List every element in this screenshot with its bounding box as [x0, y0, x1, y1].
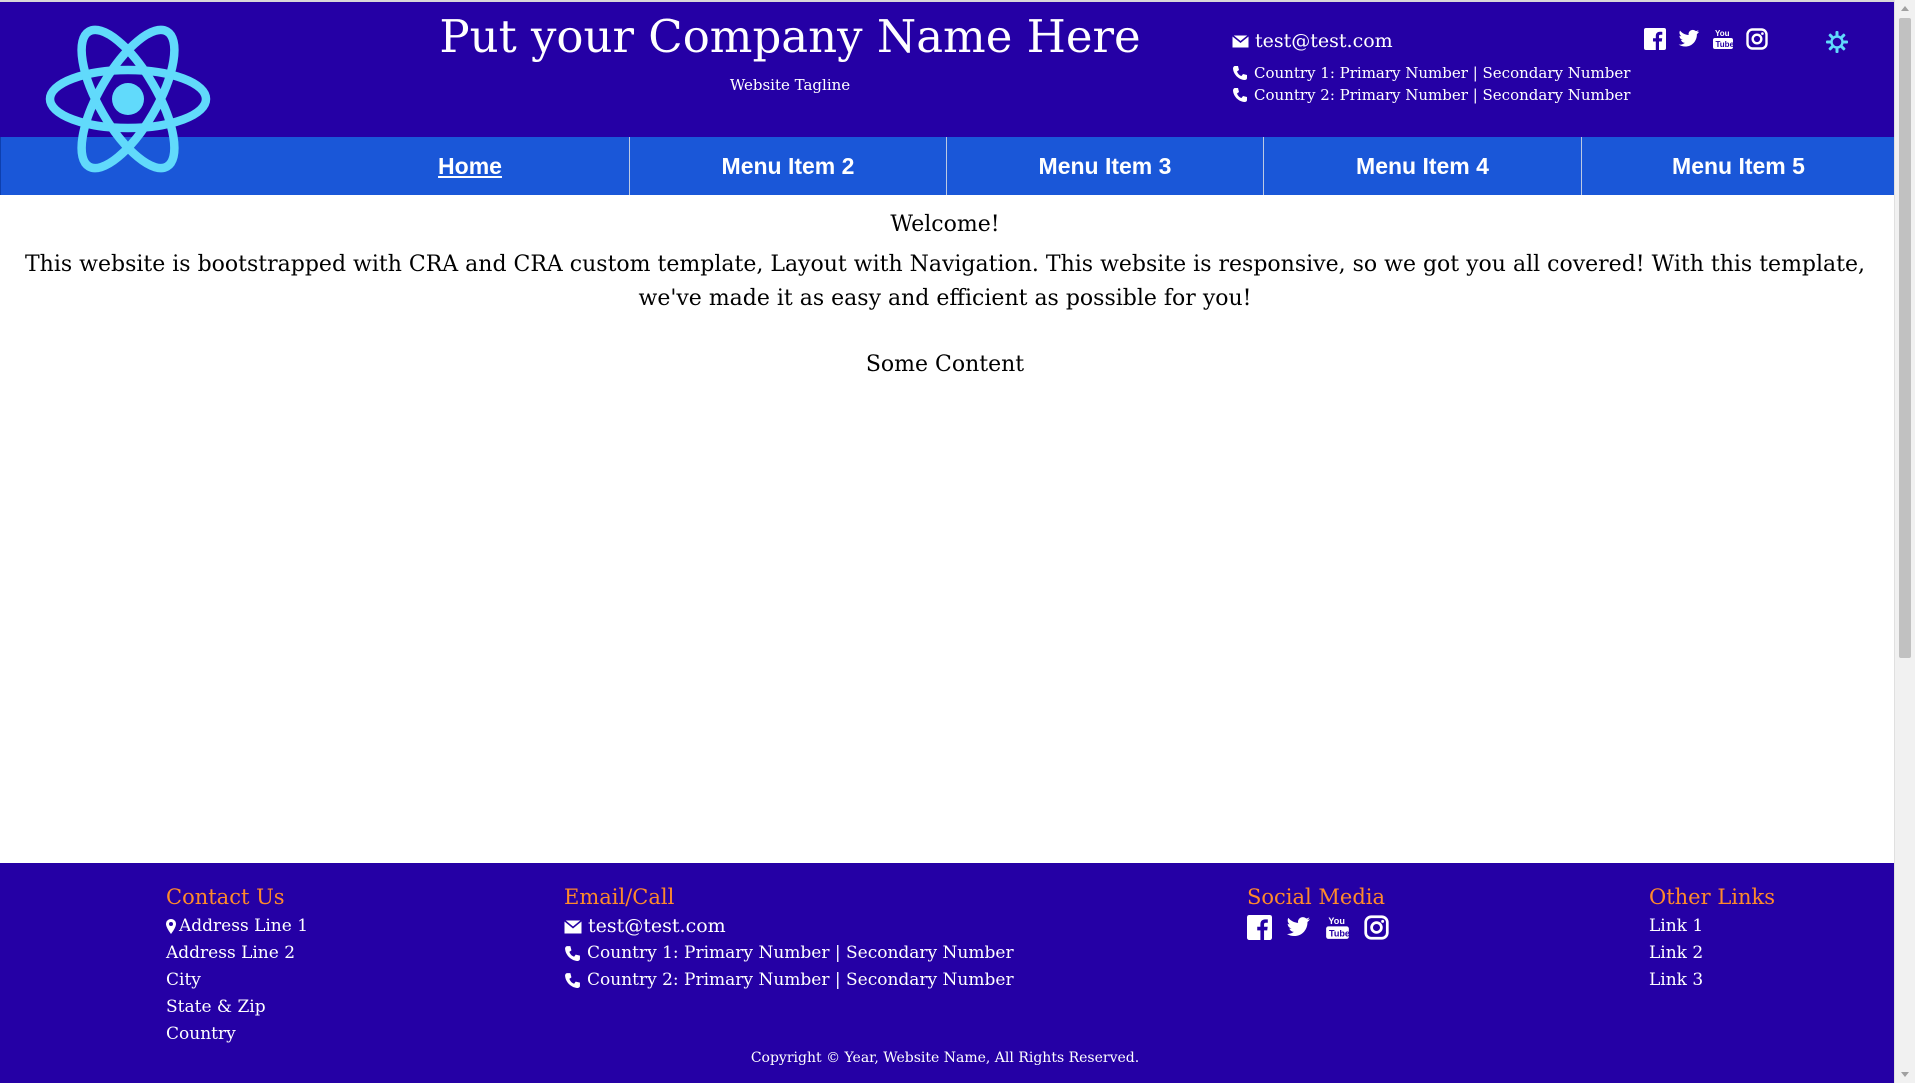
envelope-icon	[1232, 34, 1249, 47]
footer-phone-2-text: Country 2: Primary Number | Secondary Nu…	[587, 970, 1014, 990]
footer-email-call-heading: Email/Call	[564, 885, 675, 909]
scrollbar-thumb[interactable]	[1899, 18, 1911, 658]
header-phone-1-text: Country 1: Primary Number | Secondary Nu…	[1254, 64, 1631, 82]
phone-icon	[1233, 66, 1247, 80]
svg-text:You: You	[1328, 916, 1344, 926]
footer-phone-1-text: Country 1: Primary Number | Secondary Nu…	[587, 943, 1014, 963]
footer-link-1[interactable]: Link 1	[1649, 913, 1775, 940]
site-footer: Contact Us Address Line 1 Address Line 2…	[0, 863, 1894, 1083]
phone-icon	[1233, 88, 1247, 102]
nav-menu-item-4[interactable]: Menu Item 4	[1264, 137, 1581, 195]
nav-menu-item-3[interactable]: Menu Item 3	[947, 137, 1263, 195]
site-header: Put your Company Name Here Website Tagli…	[0, 0, 1894, 137]
nav-menu-item-5[interactable]: Menu Item 5	[1582, 137, 1895, 195]
nav-home-label: Home	[438, 152, 502, 179]
instagram-icon[interactable]	[1364, 915, 1389, 940]
footer-social-media: Social Media You Tube	[1247, 885, 1389, 940]
footer-social-heading: Social Media	[1247, 885, 1386, 909]
copyright-text: Copyright © Year, Website Name, All Righ…	[750, 1050, 1140, 1066]
footer-other-links: Other Links Link 1 Link 2 Link 3	[1649, 885, 1775, 994]
footer-contact-us: Contact Us Address Line 1 Address Line 2…	[166, 885, 308, 1048]
instagram-icon[interactable]	[1746, 28, 1768, 50]
welcome-description: This website is bootstrapped with CRA an…	[24, 252, 1866, 311]
footer-email[interactable]: test@test.com	[564, 913, 1014, 940]
footer-state-zip: State & Zip	[166, 997, 266, 1017]
main-navigation: Home Menu Item 2 Menu Item 3 Menu Item 4…	[0, 137, 1895, 195]
header-phone-2-text: Country 2: Primary Number | Secondary Nu…	[1254, 86, 1631, 104]
website-tagline: Website Tagline	[729, 76, 851, 94]
footer-link-3[interactable]: Link 3	[1649, 967, 1775, 994]
nav-menu-item-2-label: Menu Item 2	[721, 152, 855, 179]
atom-icon	[45, 25, 211, 173]
phone-icon	[565, 973, 580, 988]
welcome-heading: Welcome!	[890, 212, 1000, 237]
footer-address-line-1-text: Address Line 1	[179, 916, 309, 936]
scroll-down-arrow-icon[interactable]	[1901, 1072, 1909, 1077]
footer-address-line-2: Address Line 2	[166, 943, 296, 963]
footer-city: City	[166, 970, 201, 990]
nav-menu-item-3-label: Menu Item 3	[1038, 152, 1172, 179]
react-logo[interactable]	[42, 20, 214, 178]
header-phone-1: Country 1: Primary Number | Secondary Nu…	[1232, 64, 1630, 82]
footer-phone-1: Country 1: Primary Number | Secondary Nu…	[564, 940, 1014, 967]
youtube-icon[interactable]: You Tube	[1712, 28, 1734, 50]
footer-address-line-1: Address Line 1	[166, 913, 308, 940]
footer-email-call: Email/Call test@test.com Country 1: Prim…	[564, 885, 1014, 994]
facebook-icon[interactable]	[1644, 28, 1666, 50]
footer-country: Country	[166, 1024, 236, 1044]
main-content: Some Content	[865, 352, 1025, 377]
svg-text:You: You	[1715, 29, 1730, 38]
map-marker-icon	[166, 919, 176, 934]
nav-menu-item-4-label: Menu Item 4	[1356, 152, 1489, 179]
company-name: Put your Company Name Here	[439, 10, 1141, 63]
nav-home[interactable]: Home	[311, 137, 629, 195]
phone-icon	[565, 946, 580, 961]
youtube-icon[interactable]: You Tube	[1325, 915, 1350, 940]
footer-link-2[interactable]: Link 2	[1649, 940, 1775, 967]
scroll-up-arrow-icon[interactable]	[1901, 6, 1909, 11]
header-email[interactable]: test@test.com	[1232, 30, 1630, 52]
footer-email-text: test@test.com	[588, 915, 726, 937]
facebook-icon[interactable]	[1247, 915, 1272, 940]
footer-other-links-heading: Other Links	[1649, 885, 1776, 909]
header-contact: test@test.com Country 1: Primary Number …	[1232, 30, 1630, 108]
svg-text:Tube: Tube	[1716, 40, 1735, 49]
gear-icon[interactable]	[1823, 28, 1851, 56]
header-email-text: test@test.com	[1255, 30, 1393, 52]
footer-phone-2: Country 2: Primary Number | Secondary Nu…	[564, 967, 1014, 994]
nav-menu-item-5-label: Menu Item 5	[1672, 152, 1805, 179]
header-social-links: You Tube	[1644, 28, 1768, 50]
footer-contact-heading: Contact Us	[166, 885, 285, 909]
footer-social-links: You Tube	[1247, 915, 1389, 940]
page: Put your Company Name Here Website Tagli…	[0, 0, 1895, 1083]
nav-menu-item-2[interactable]: Menu Item 2	[630, 137, 946, 195]
header-phone-2: Country 2: Primary Number | Secondary Nu…	[1232, 86, 1630, 104]
twitter-icon[interactable]	[1286, 915, 1311, 940]
envelope-icon	[564, 919, 582, 933]
twitter-icon[interactable]	[1678, 28, 1700, 50]
svg-text:Tube: Tube	[1329, 929, 1350, 939]
page-scrollbar[interactable]	[1894, 0, 1915, 1083]
